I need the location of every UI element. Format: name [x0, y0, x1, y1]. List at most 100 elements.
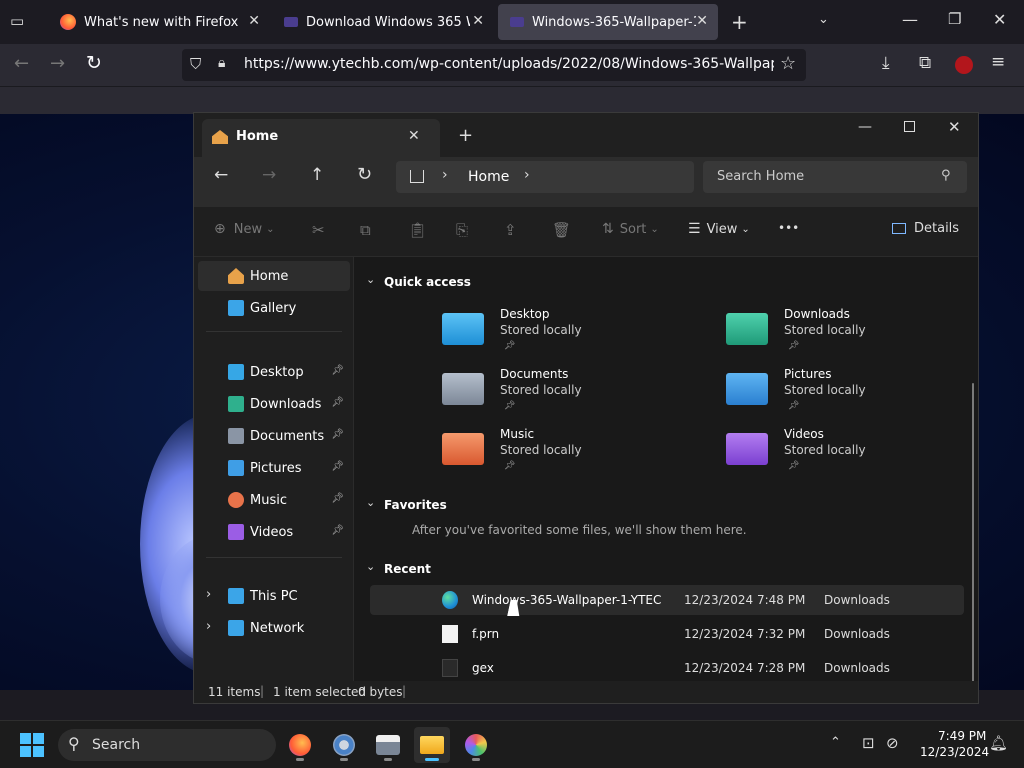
nav-item-network[interactable]: › Network	[198, 613, 350, 643]
taskbar-printer-app[interactable]	[370, 727, 406, 763]
share-icon[interactable]: ⇪	[504, 221, 517, 239]
nav-item-gallery[interactable]: Gallery	[198, 293, 350, 323]
pin-icon[interactable]: 📌︎	[331, 429, 344, 440]
vertical-scrollbar[interactable]	[972, 383, 974, 681]
taskbar-firefox[interactable]	[282, 727, 318, 763]
nav-item-downloads[interactable]: Downloads 📌︎	[198, 389, 350, 419]
close-window-icon[interactable]: ✕	[993, 10, 1006, 29]
view-button[interactable]: ☰ View ⌄	[688, 221, 750, 237]
taskbar-settings[interactable]	[326, 727, 362, 763]
search-box[interactable]: Search Home ⚲	[703, 161, 967, 193]
pin-icon[interactable]: 📌︎	[331, 397, 344, 408]
pin-icon[interactable]: 📌︎	[331, 493, 344, 504]
forward-arrow-icon[interactable]: →	[50, 53, 65, 74]
refresh-icon[interactable]: ↻	[357, 164, 372, 185]
recent-row[interactable]: f.prn 12/23/2024 7:32 PM Downloads	[370, 619, 964, 649]
back-arrow-icon[interactable]: ←	[14, 53, 29, 74]
browser-tab-2[interactable]: Download Windows 365 Wallpapers ✕	[272, 4, 494, 40]
reload-icon[interactable]: ↻	[86, 52, 102, 74]
url-bar[interactable]: ⛉ 🔒︎ https://www.ytechb.com/wp-content/u…	[182, 49, 806, 81]
close-icon[interactable]: ✕	[696, 13, 708, 29]
nav-item-documents[interactable]: Documents 📌︎	[198, 421, 350, 451]
view-label: View	[706, 221, 738, 237]
breadcrumb-home[interactable]: Home	[468, 169, 509, 185]
network-disconnected-icon[interactable]: ⊘	[886, 734, 899, 752]
nav-item-home[interactable]: Home	[198, 261, 350, 291]
taskbar-search-box[interactable]: ⚲ Search	[58, 729, 276, 761]
clock-time[interactable]: 7:49 PM	[938, 729, 986, 743]
notification-bell-icon[interactable]: 🔔︎	[989, 734, 1008, 752]
new-tab-plus-icon[interactable]: +	[731, 10, 748, 34]
close-icon[interactable]: ✕	[248, 13, 260, 29]
delete-icon[interactable]: 🗑︎	[552, 221, 571, 239]
quick-access-heading[interactable]: Quick access	[384, 275, 471, 289]
new-button[interactable]: ⊕ New ⌄	[214, 221, 274, 237]
chevron-down-icon[interactable]: ⌄	[366, 496, 375, 509]
nav-item-desktop[interactable]: Desktop 📌︎	[198, 357, 350, 387]
cut-icon[interactable]: ✂	[312, 221, 325, 239]
details-button[interactable]: Details	[892, 221, 959, 236]
taskbar-paint-app[interactable]	[458, 727, 494, 763]
bookmark-star-icon[interactable]: ☆	[780, 53, 796, 74]
pin-icon[interactable]: 📌︎	[331, 461, 344, 472]
tab-list-icon[interactable]: ▭	[10, 12, 30, 32]
chevron-down-icon[interactable]: ⌄	[818, 12, 829, 27]
close-window-icon[interactable]: ✕	[948, 118, 961, 136]
url-text: https://www.ytechb.com/wp-content/upload…	[244, 56, 774, 72]
nav-item-videos[interactable]: Videos 📌︎	[198, 517, 350, 547]
quick-access-desktop[interactable]: Desktop Stored locally 📌︎	[442, 307, 692, 363]
nav-item-this-pc[interactable]: › This PC	[198, 581, 350, 611]
copy-icon[interactable]: ⧉	[360, 221, 371, 239]
chevron-right-icon[interactable]: ›	[206, 619, 211, 634]
browser-tab-1[interactable]: What's new with Firefox ✕	[48, 4, 270, 40]
up-arrow-icon[interactable]: ↑	[310, 165, 324, 185]
recent-row[interactable]: Windows-365-Wallpaper-1-YTEC... 12/23/20…	[370, 585, 964, 615]
close-icon[interactable]: ✕	[408, 128, 420, 144]
nav-item-music[interactable]: Music 📌︎	[198, 485, 350, 515]
taskbar-file-explorer[interactable]	[414, 727, 450, 763]
pin-icon[interactable]: 📌︎	[331, 365, 344, 376]
back-arrow-icon[interactable]: ←	[214, 165, 228, 185]
explorer-address-row: ← → ↑ ↻ › Home › Search Home ⚲	[194, 157, 978, 207]
maximize-icon[interactable]	[904, 121, 915, 132]
paste-icon[interactable]: 📋︎	[408, 221, 427, 239]
quick-access-downloads[interactable]: Downloads Stored locally 📌︎	[726, 307, 976, 363]
home-outline-icon	[410, 170, 424, 183]
display-settings-icon[interactable]: ⊡	[862, 734, 875, 752]
favorites-heading[interactable]: Favorites	[384, 498, 447, 512]
address-bar[interactable]: › Home ›	[396, 161, 694, 193]
more-options-button[interactable]: •••	[778, 221, 799, 235]
chevron-up-icon[interactable]: ⌃	[830, 735, 841, 750]
add-tab-plus-icon[interactable]: +	[458, 125, 473, 146]
forward-arrow-icon[interactable]: →	[262, 165, 276, 185]
menu-hamburger-icon[interactable]: ≡	[991, 52, 1005, 72]
sort-button[interactable]: ⇅ Sort ⌄	[602, 221, 659, 237]
quick-access-pictures[interactable]: Pictures Stored locally 📌︎	[726, 367, 976, 423]
restore-icon[interactable]: ❐	[948, 10, 961, 28]
rename-icon[interactable]: ⎘	[456, 221, 468, 239]
extensions-icon[interactable]: ⧉	[919, 53, 931, 73]
ublock-icon[interactable]	[955, 56, 973, 74]
minimize-icon[interactable]: —	[902, 10, 918, 29]
search-input[interactable]: Search Home	[717, 169, 804, 184]
nav-item-pictures[interactable]: Pictures 📌︎	[198, 453, 350, 483]
quick-access-documents[interactable]: Documents Stored locally 📌︎	[442, 367, 692, 423]
close-icon[interactable]: ✕	[472, 13, 484, 29]
lock-icon[interactable]: 🔒︎	[218, 55, 225, 71]
recent-heading[interactable]: Recent	[384, 562, 431, 576]
recent-row[interactable]: gex 12/23/2024 7:28 PM Downloads	[370, 653, 964, 681]
explorer-tab-home[interactable]: Home ✕	[202, 119, 440, 157]
minimize-icon[interactable]: —	[858, 119, 872, 135]
chevron-right-icon[interactable]: ›	[524, 167, 530, 183]
clock-date[interactable]: 12/23/2024	[920, 745, 989, 759]
shield-icon[interactable]: ⛉	[190, 55, 201, 73]
downloads-icon[interactable]: ⤓	[882, 53, 890, 73]
quick-access-music[interactable]: Music Stored locally 📌︎	[442, 427, 692, 483]
start-windows-icon[interactable]	[20, 733, 44, 757]
browser-tab-3[interactable]: Windows-365-Wallpaper-1-YTECHB ✕	[498, 4, 718, 40]
pin-icon[interactable]: 📌︎	[331, 525, 344, 536]
chevron-down-icon[interactable]: ⌄	[366, 560, 375, 573]
quick-access-videos[interactable]: Videos Stored locally 📌︎	[726, 427, 976, 483]
chevron-down-icon[interactable]: ⌄	[366, 273, 375, 286]
chevron-right-icon[interactable]: ›	[206, 587, 211, 602]
